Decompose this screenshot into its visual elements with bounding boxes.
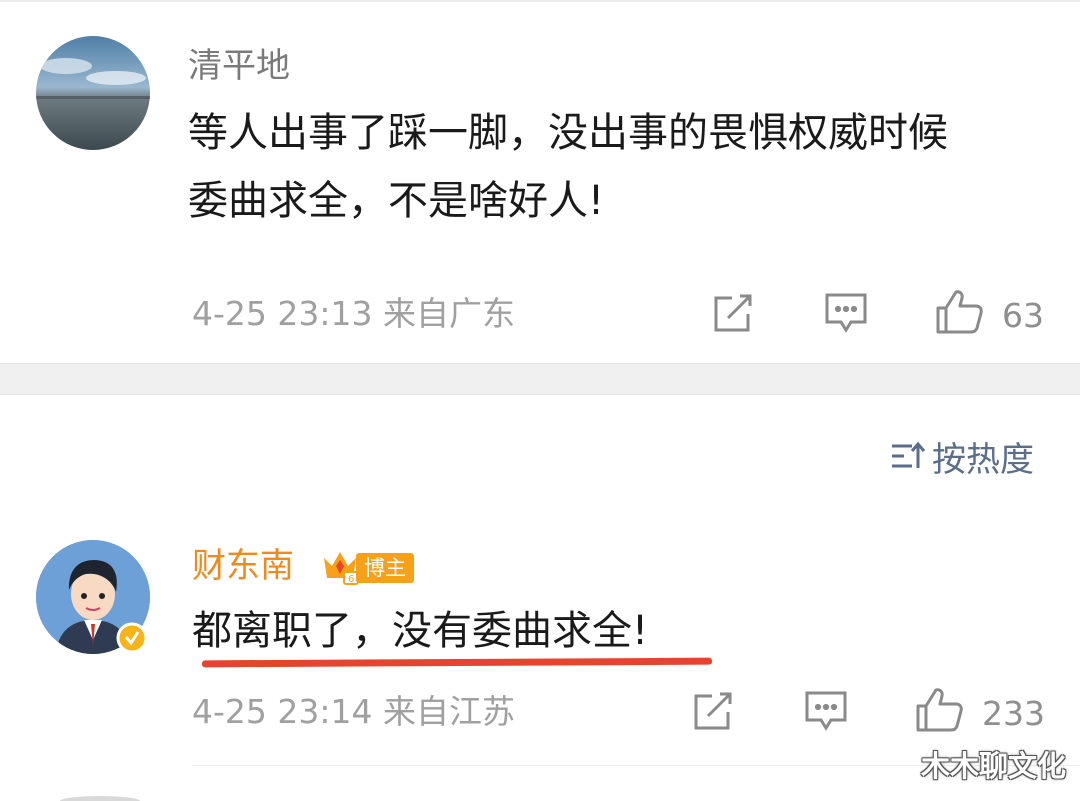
location: 来自广东 [383,294,515,333]
comment-text: 等人出事了踩一脚，没出事的畏惧权威时候 [188,110,948,156]
svg-text:6: 6 [348,574,354,585]
meta-info: 4-25 23:13 来自广东 [192,294,515,334]
badge-label: 博主 [356,553,414,583]
sort-icon [890,440,926,480]
avatar[interactable] [36,36,150,150]
username[interactable]: 清平地 [188,46,290,86]
comment-text: 委曲求全，不是啥好人! [188,178,605,224]
username[interactable]: 财东南 [192,546,294,586]
comment-icon[interactable] [804,690,848,736]
crown-icon: 6 [320,546,360,590]
timestamp: 4-25 23:14 [192,692,373,731]
avatar[interactable] [60,796,140,801]
comment-icon[interactable] [824,292,868,338]
like-icon[interactable] [914,686,964,738]
comment-text: 都离职了，没有委曲求全! [192,608,649,654]
location: 来自江苏 [383,692,515,731]
like-icon[interactable] [934,288,984,340]
comment-feed: 清平地 等人出事了踩一脚，没出事的畏惧权威时候 委曲求全，不是啥好人! 4-25… [0,0,1080,801]
section-separator [0,363,1080,395]
divider [0,0,1080,2]
verified-icon [116,622,148,658]
timestamp: 4-25 23:13 [192,294,373,333]
repost-icon[interactable] [710,292,754,340]
watermark: 木木聊文化 [920,749,1066,783]
meta-info: 4-25 23:14 来自江苏 [192,692,515,732]
repost-icon[interactable] [690,690,734,738]
sort-label: 按热度 [932,440,1034,480]
blogger-badge: 6 博主 [320,546,414,590]
sort-button[interactable]: 按热度 [890,440,1034,480]
like-count: 233 [982,694,1045,733]
like-count: 63 [1002,296,1044,335]
highlight-underline [201,657,713,668]
